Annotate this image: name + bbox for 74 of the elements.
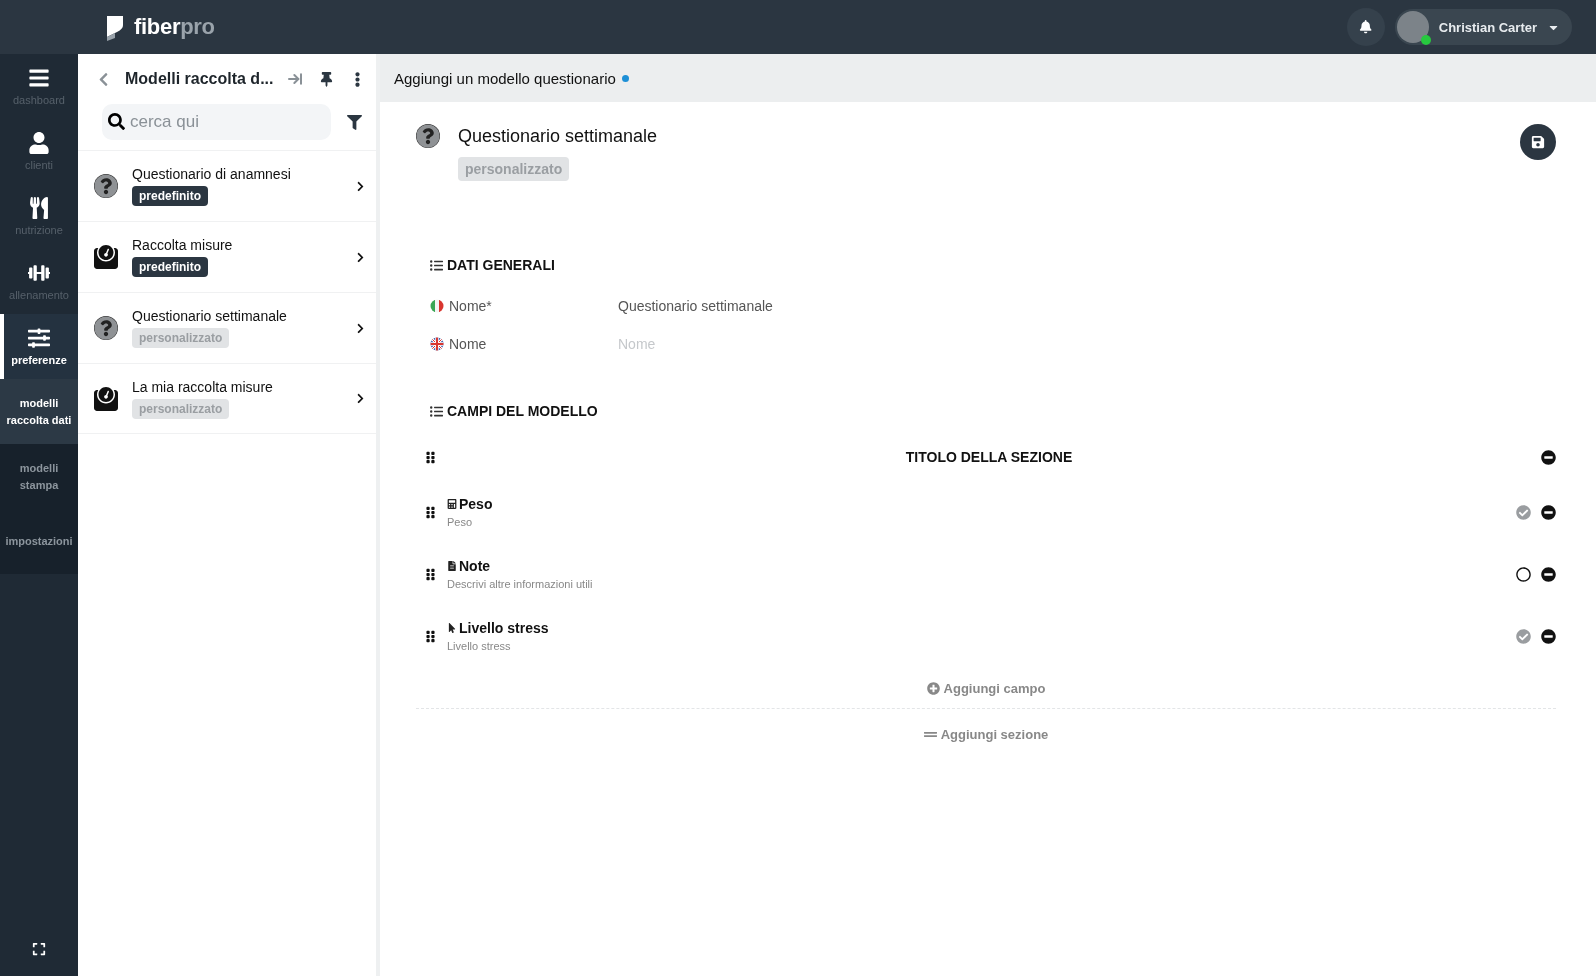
list-icon	[430, 404, 443, 418]
nav-subitem[interactable]: modelli stampa	[0, 444, 78, 509]
logo-icon	[104, 13, 126, 41]
field-description: Descrivi altre informazioni utili	[447, 578, 594, 590]
remove-icon[interactable]	[1541, 566, 1556, 582]
field-label: Nome	[449, 336, 488, 352]
section-heading: DATI GENERALI	[447, 257, 555, 273]
panel-title: Modelli raccolta d...	[125, 70, 274, 88]
user-menu[interactable]: Christian Carter	[1394, 9, 1572, 45]
remove-icon[interactable]	[1541, 504, 1556, 520]
calculator-icon	[447, 499, 457, 509]
form-tag: personalizzato	[458, 157, 570, 181]
required-checkbox[interactable]	[1516, 566, 1531, 582]
item-title: La mia raccolta misure	[132, 378, 273, 395]
item-title: Questionario settimanale	[132, 308, 287, 324]
scale-icon	[94, 245, 118, 269]
field-label: Nome*	[449, 298, 493, 314]
name-input-field[interactable]: Nome	[616, 335, 1016, 353]
question-icon	[94, 174, 118, 198]
search-field[interactable]: cerca qui	[102, 104, 331, 140]
add-field-button[interactable]: Aggiungi campo	[922, 677, 1050, 700]
chevron-icon	[355, 322, 366, 334]
italy-flag-icon	[430, 299, 444, 313]
field-description: Peso	[447, 516, 474, 528]
save-button[interactable]	[1520, 124, 1556, 160]
nav-item[interactable]: preferenze	[0, 314, 78, 379]
drag-handle-icon[interactable]	[424, 505, 437, 519]
avatar	[1396, 11, 1429, 43]
list-icon	[430, 258, 443, 272]
notifications-button[interactable]	[1346, 8, 1385, 46]
chevron-icon	[355, 393, 366, 404]
item-title: Raccolta misure	[132, 237, 233, 253]
item-tag: predefinito	[132, 257, 208, 277]
sliders-icon	[28, 327, 50, 349]
uk-flag-icon	[430, 337, 444, 351]
remove-icon[interactable]	[1541, 628, 1556, 644]
bell-icon	[1359, 20, 1373, 34]
section-heading: CAMPI DEL MODELLO	[447, 403, 598, 419]
drag-handle-icon[interactable]	[424, 629, 437, 643]
field-name: Livello stress	[459, 620, 549, 636]
plus-icon	[926, 682, 940, 695]
drag-handle-icon[interactable]	[424, 567, 437, 581]
filter-icon[interactable]	[345, 112, 364, 132]
field-name: Note	[459, 558, 491, 574]
chevron-icon	[355, 180, 366, 192]
section-title: TITOLO DELLA SEZIONE	[904, 449, 1074, 465]
header-title: Aggiungi un modello questionario	[394, 69, 616, 87]
document-icon	[447, 561, 457, 571]
logo-text: fiberpro	[134, 14, 215, 40]
item-tag: personalizzato	[132, 328, 230, 348]
required-checkbox[interactable]	[1516, 504, 1531, 520]
required-checkbox[interactable]	[1516, 628, 1531, 644]
utensils-icon	[28, 197, 50, 219]
field-description: Livello stress	[447, 640, 512, 652]
item-tag: personalizzato	[132, 398, 230, 419]
nav-subitem[interactable]: modelli raccolta dati	[0, 379, 78, 444]
chevron-icon	[355, 251, 366, 263]
add-section-button[interactable]: Aggiungi sezione	[919, 723, 1053, 746]
scale-icon	[94, 386, 118, 411]
remove-icon[interactable]	[1541, 449, 1556, 465]
user-icon	[28, 132, 50, 154]
item-title: Questionario di anamnesi	[132, 166, 291, 182]
question-icon	[94, 316, 118, 340]
pointer-icon	[447, 623, 457, 633]
list-item[interactable]: La mia raccolta misure personalizzato	[78, 363, 376, 434]
nav-subitem[interactable]: impostazioni	[0, 509, 78, 574]
name-input-field[interactable]: Questionario settimanale	[616, 297, 1016, 315]
dumbbell-icon	[28, 262, 50, 284]
question-icon	[416, 124, 440, 148]
field-name: Peso	[459, 496, 493, 512]
drag-handle-icon[interactable]	[424, 450, 437, 464]
form-title: Questionario settimanale	[458, 126, 658, 147]
item-tag: predefinito	[132, 186, 208, 206]
bars-icon	[28, 67, 50, 89]
